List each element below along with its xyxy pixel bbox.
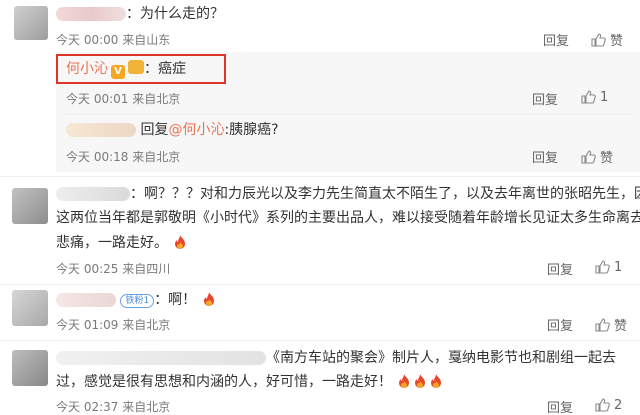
comment-meta: 今天 00:00 来自山东 (56, 33, 171, 47)
fan-badge[interactable]: 铁粉1 (120, 294, 155, 308)
comment-5-body: 铁粉1 ：啊！ (56, 290, 217, 310)
highlight-box (56, 54, 226, 84)
comment-text: ：为什么走的？ (126, 6, 224, 22)
like-count: 1 (614, 259, 623, 275)
divider (0, 340, 640, 341)
comment-4-line1: ：啊？？？对和力辰光以及李力先生简直太不陌生了，以及去年离世的张昭先生，因为 (56, 184, 640, 204)
fire-emoji-icon (399, 374, 410, 388)
comment-text: 《南方车站的聚会》制片人，戛纳电影节也和剧组一起去 (266, 350, 616, 366)
avatar[interactable] (12, 188, 48, 224)
comment-meta: 今天 00:25 来自四川 (56, 262, 171, 276)
thumbs-up-icon (595, 317, 610, 332)
mention-link[interactable]: @何小沁 (168, 122, 224, 138)
like-button[interactable]: 赞 (580, 147, 613, 166)
comment-text: 悲痛，一路走好。 (56, 235, 168, 251)
comment-text: :胰腺癌? (224, 122, 279, 138)
like-button[interactable]: 1 (580, 89, 608, 105)
fire-emoji-icon (203, 292, 214, 306)
like-label: 赞 (610, 34, 624, 49)
comment-6-line2: 过，感觉是很有思想和内涵的人，好可惜，一路走好！ (56, 372, 444, 392)
reply-prefix: 回复 (140, 122, 169, 138)
reply-2-body: 回复@何小沁:胰腺癌? (66, 120, 279, 140)
comment-meta: 今天 01:09 来自北京 (56, 318, 171, 332)
comment-meta: 今天 00:01 来自北京 (66, 92, 181, 106)
fire-emoji-icon (415, 374, 426, 388)
reply-button[interactable]: 回复 (532, 89, 558, 108)
like-button[interactable]: 2 (594, 397, 622, 413)
like-button[interactable]: 赞 (594, 315, 627, 334)
fire-emoji-icon (175, 235, 186, 249)
fire-emoji-icon (431, 374, 442, 388)
comment-meta: 今天 00:18 来自北京 (66, 150, 181, 164)
comment-text: ：啊？？？对和力辰光以及李力先生简直太不陌生了，以及去年离世的张昭先生，因为 (130, 186, 640, 202)
divider (66, 114, 630, 115)
reply-button[interactable]: 回复 (547, 397, 573, 415)
like-button[interactable]: 1 (594, 259, 622, 275)
avatar[interactable] (14, 6, 48, 40)
like-label: 赞 (600, 151, 614, 166)
comment-meta: 今天 02:37 来自北京 (56, 400, 171, 414)
avatar[interactable] (12, 290, 48, 326)
divider (0, 176, 640, 177)
comment-1-body: ：为什么走的？ (56, 4, 224, 24)
thumbs-up-icon (581, 149, 596, 164)
like-button[interactable]: 赞 (590, 30, 623, 49)
comment-text: ：啊！ (154, 292, 197, 308)
thumbs-up-icon (591, 32, 606, 47)
comment-4-line2: 这两位当年都是郭敬明《小时代》系列的主要出品人，难以接受随着年龄增长见证太多生命… (56, 210, 640, 226)
like-count: 1 (600, 89, 609, 105)
like-label: 赞 (614, 319, 628, 334)
reply-button[interactable]: 回复 (547, 315, 573, 334)
username-blurred[interactable] (56, 7, 126, 21)
comment-text: 过，感觉是很有思想和内涵的人，好可惜，一路走好！ (56, 374, 392, 390)
reply-button[interactable]: 回复 (532, 147, 558, 166)
username-blurred[interactable] (56, 293, 116, 307)
reply-button[interactable]: 回复 (547, 259, 573, 278)
like-count: 2 (614, 397, 623, 413)
divider (0, 284, 640, 285)
comment-6-line1: 《南方车站的聚会》制片人，戛纳电影节也和剧组一起去 (56, 348, 616, 368)
username-blurred[interactable] (66, 123, 136, 137)
reply-button[interactable]: 回复 (543, 30, 569, 49)
comment-4-line3: 悲痛，一路走好。 (56, 233, 188, 253)
thumbs-up-icon (595, 260, 610, 274)
thumbs-up-icon (581, 90, 596, 104)
username-blurred[interactable] (56, 351, 266, 365)
avatar[interactable] (12, 350, 48, 386)
thumbs-up-icon (595, 398, 610, 412)
username-blurred[interactable] (56, 187, 130, 201)
